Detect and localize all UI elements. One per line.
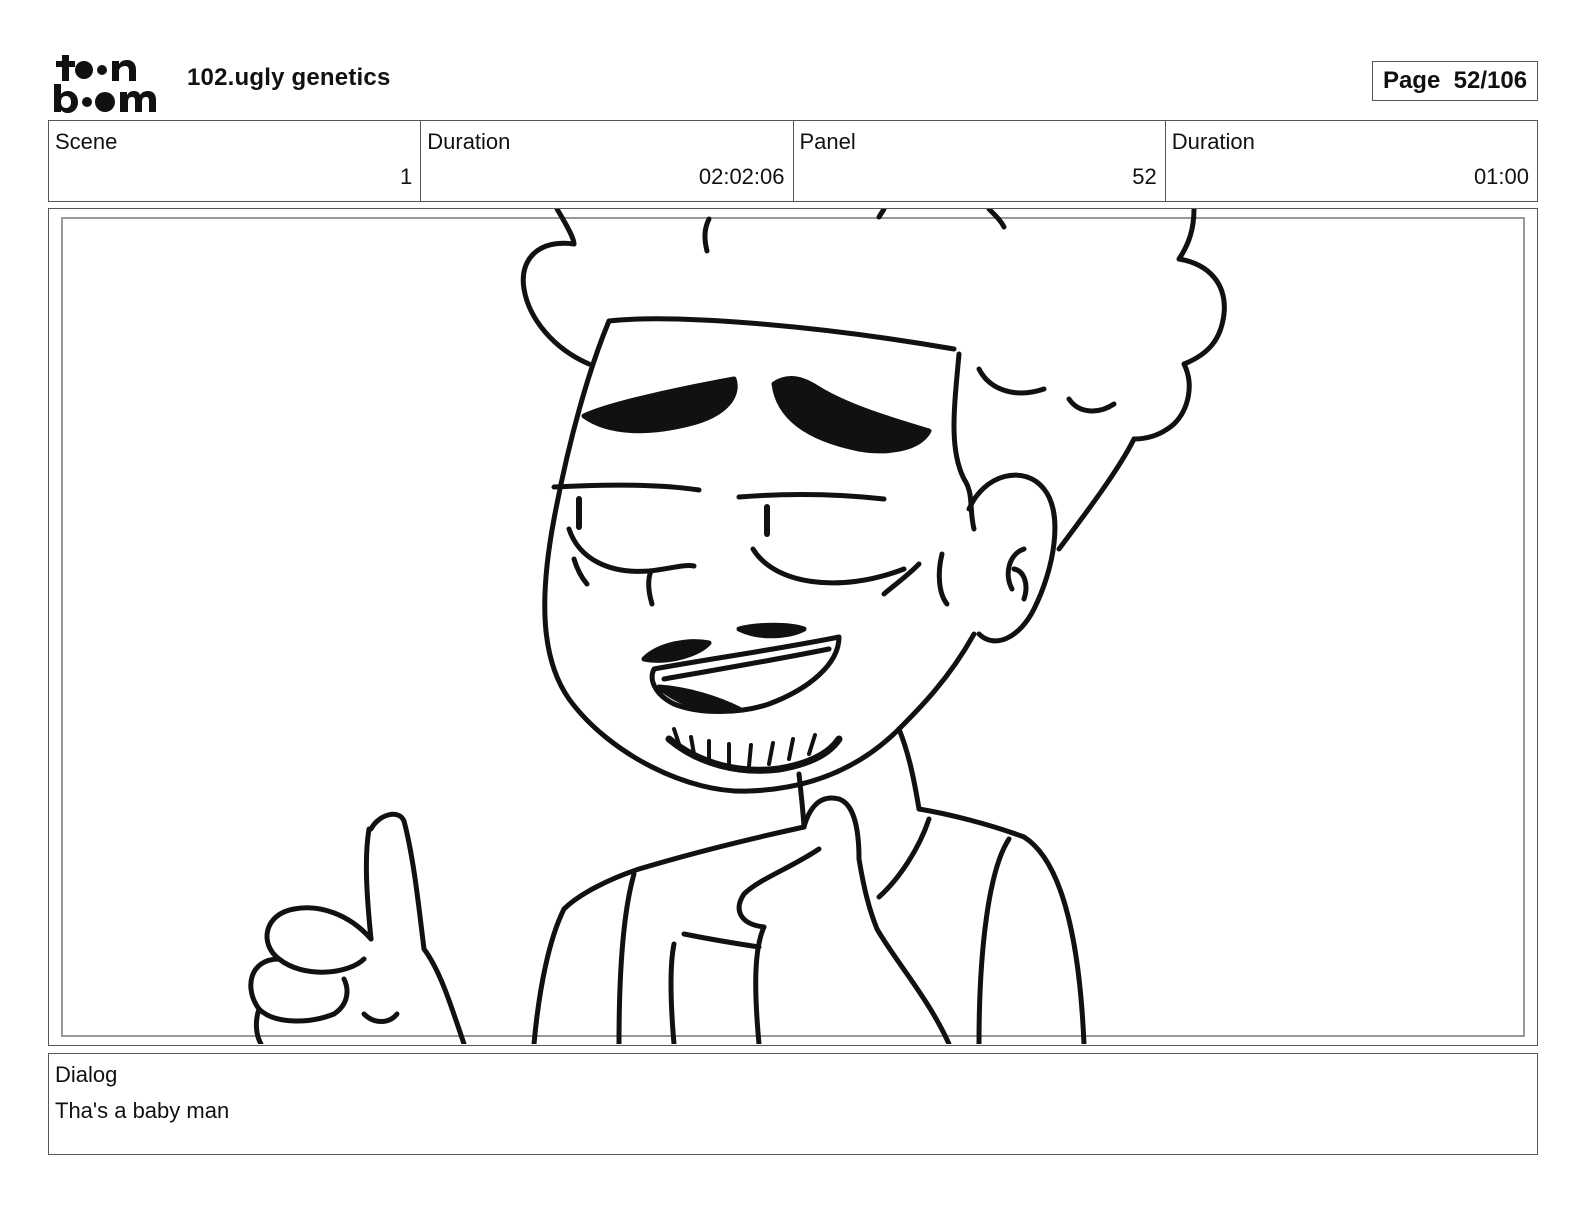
panel-duration-cell: Duration 01:00	[1164, 121, 1537, 201]
dialog-label: Dialog	[55, 1062, 118, 1087]
page-number: 52/106	[1453, 67, 1528, 94]
scene-duration-label: Duration	[427, 129, 511, 154]
scene-cell: Scene 1	[49, 121, 420, 201]
page-indicator: Page 52/106	[1372, 61, 1538, 101]
panel-value: 52	[1132, 164, 1157, 189]
scene-duration-value: 02:02:06	[698, 164, 785, 189]
scene-label: Scene	[55, 129, 118, 154]
panel-info-table: Scene 1 Duration 02:02:06 Panel 52 Durat…	[48, 120, 1538, 202]
panel-cell: Panel 52	[792, 121, 1165, 201]
dialog-box: Dialog Tha's a baby man	[48, 1053, 1538, 1155]
toonboom-logo	[54, 55, 156, 113]
storyboard-panel	[48, 208, 1538, 1046]
scene-value: 1	[400, 164, 413, 189]
dialog-text: Tha's a baby man	[55, 1098, 230, 1123]
character-sketch	[248, 209, 1227, 1044]
scene-duration-cell: Duration 02:02:06	[420, 121, 792, 201]
panel-duration-label: Duration	[1171, 129, 1255, 154]
project-title: 102.ugly genetics	[187, 64, 391, 91]
page-label: Page	[1382, 67, 1441, 94]
panel-duration-value: 01:00	[1473, 164, 1529, 189]
panel-label: Panel	[799, 129, 856, 154]
